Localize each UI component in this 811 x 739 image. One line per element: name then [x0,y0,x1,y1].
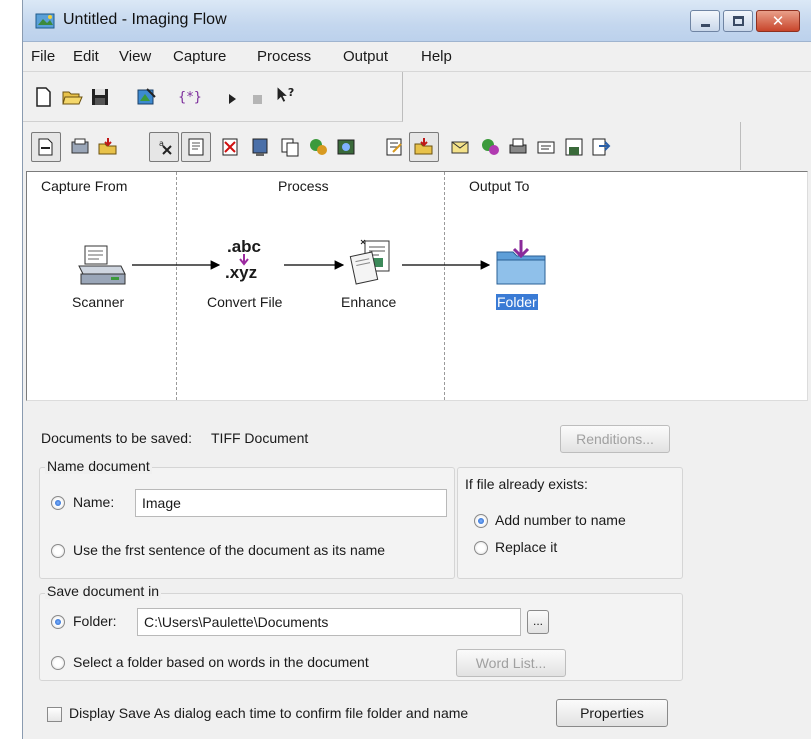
maximize-icon [733,16,744,26]
file-exists-title: If file already exists: [465,476,588,492]
convert-to-ext: .xyz [225,263,258,282]
name-radio-label: Name: [73,494,115,510]
minimize-icon [701,24,710,27]
flow-toolbar: a [23,122,741,170]
save-disk-icon[interactable] [563,136,585,158]
maximize-button[interactable] [723,10,753,32]
flow-canvas[interactable]: Capture From Process Output To Scanner . [26,171,808,401]
add-number-label: Add number to name [495,512,626,528]
output-mail-icon[interactable] [449,136,471,158]
new-document-icon[interactable] [33,86,55,108]
open-folder-icon[interactable] [61,86,83,108]
folder-radio[interactable] [51,615,65,629]
print-icon[interactable] [507,136,529,158]
renditions-button[interactable]: Renditions... [560,425,670,453]
documents-to-save-label: Documents to be saved: [41,430,192,446]
capture-scanner-button[interactable] [31,132,61,162]
folder-path-input[interactable]: C:\Users\Paulette\Documents [137,608,521,636]
documents-to-save-value: TIFF Document [211,430,309,446]
output-folder-button[interactable] [409,132,439,162]
export-icon[interactable] [589,136,611,158]
first-sentence-radio[interactable] [51,544,65,558]
menu-view[interactable]: View [119,48,151,65]
close-button[interactable]: ✕ [756,10,800,32]
capture-fax-icon[interactable] [69,136,91,158]
output-folder-icon [414,138,433,155]
select-folder-radio[interactable] [51,656,65,670]
fax-out-icon[interactable] [535,136,557,158]
copy-icon[interactable] [279,136,301,158]
properties-button[interactable]: Properties [556,699,668,727]
title-bar: Untitled - Imaging Flow ✕ [23,0,811,42]
menu-output[interactable]: Output [343,48,388,65]
menu-process[interactable]: Process [257,48,311,65]
svg-text:{*}: {*} [179,90,201,105]
document-icon[interactable] [249,136,271,158]
folder-radio-label: Folder: [73,613,117,629]
menu-capture[interactable]: Capture [173,48,226,65]
word-list-button[interactable]: Word List... [456,649,566,677]
name-radio[interactable] [51,496,65,510]
imaging-flow-window: Untitled - Imaging Flow ✕ File Edit View… [22,0,811,739]
save-as-dialog-checkbox[interactable] [47,707,62,722]
select-folder-label: Select a folder based on words in the do… [73,654,369,670]
convert-ocr-icon: a [159,139,172,155]
scanner-icon[interactable] [77,244,127,288]
convert-text-icon [188,138,204,156]
convert-ocr-button[interactable]: a [149,132,179,162]
app-icon [35,13,55,29]
standard-toolbar: {*} ? [23,72,403,122]
window-title: Untitled - Imaging Flow [63,11,227,28]
first-sentence-label: Use the frst sentence of the document as… [73,542,386,558]
add-number-radio[interactable] [474,514,488,528]
stop-icon[interactable] [247,88,269,110]
save-icon[interactable] [89,86,111,108]
braces-icon[interactable]: {*} [179,86,201,108]
name-document-group [39,467,455,579]
help-pointer-icon[interactable]: ? [275,84,297,106]
menu-file[interactable]: File [31,48,55,65]
menu-bar: File Edit View Capture Process Output He… [23,42,811,72]
browse-folder-button[interactable]: ... [527,610,549,634]
folder-label[interactable]: Folder [496,294,538,310]
minimize-button[interactable] [690,10,720,32]
play-icon[interactable] [221,88,243,110]
close-icon: ✕ [771,13,785,30]
output-edit-icon[interactable] [383,136,405,158]
name-input[interactable]: Image [135,489,447,517]
capture-folder-icon[interactable] [97,136,119,158]
menu-help[interactable]: Help [421,48,452,65]
convert-file-label[interactable]: Convert File [207,294,282,310]
svg-text:?: ? [288,86,294,99]
folder-icon[interactable] [493,238,549,288]
plugin-icon[interactable] [307,136,329,158]
enhance-label[interactable]: Enhance [341,294,396,310]
save-document-title: Save document in [45,583,162,599]
replace-label: Replace it [495,539,558,555]
workflow-icon[interactable] [135,86,157,108]
image-tools-icon[interactable] [335,136,357,158]
replace-radio[interactable] [474,541,488,555]
output-properties-panel: Documents to be saved: TIFF Document Ren… [23,403,811,739]
convert-file-icon[interactable]: .abc .xyz [223,237,283,287]
name-document-title: Name document [45,458,152,474]
output-plugin-icon[interactable] [479,136,501,158]
menu-edit[interactable]: Edit [73,48,99,65]
enhance-icon[interactable] [349,238,399,288]
save-as-dialog-label: Display Save As dialog each time to conf… [69,705,469,721]
capture-scanner-icon [38,138,53,156]
delete-page-icon[interactable] [219,136,241,158]
scanner-label[interactable]: Scanner [72,294,124,310]
flow-connectors [132,260,491,270]
convert-text-button[interactable] [181,132,211,162]
